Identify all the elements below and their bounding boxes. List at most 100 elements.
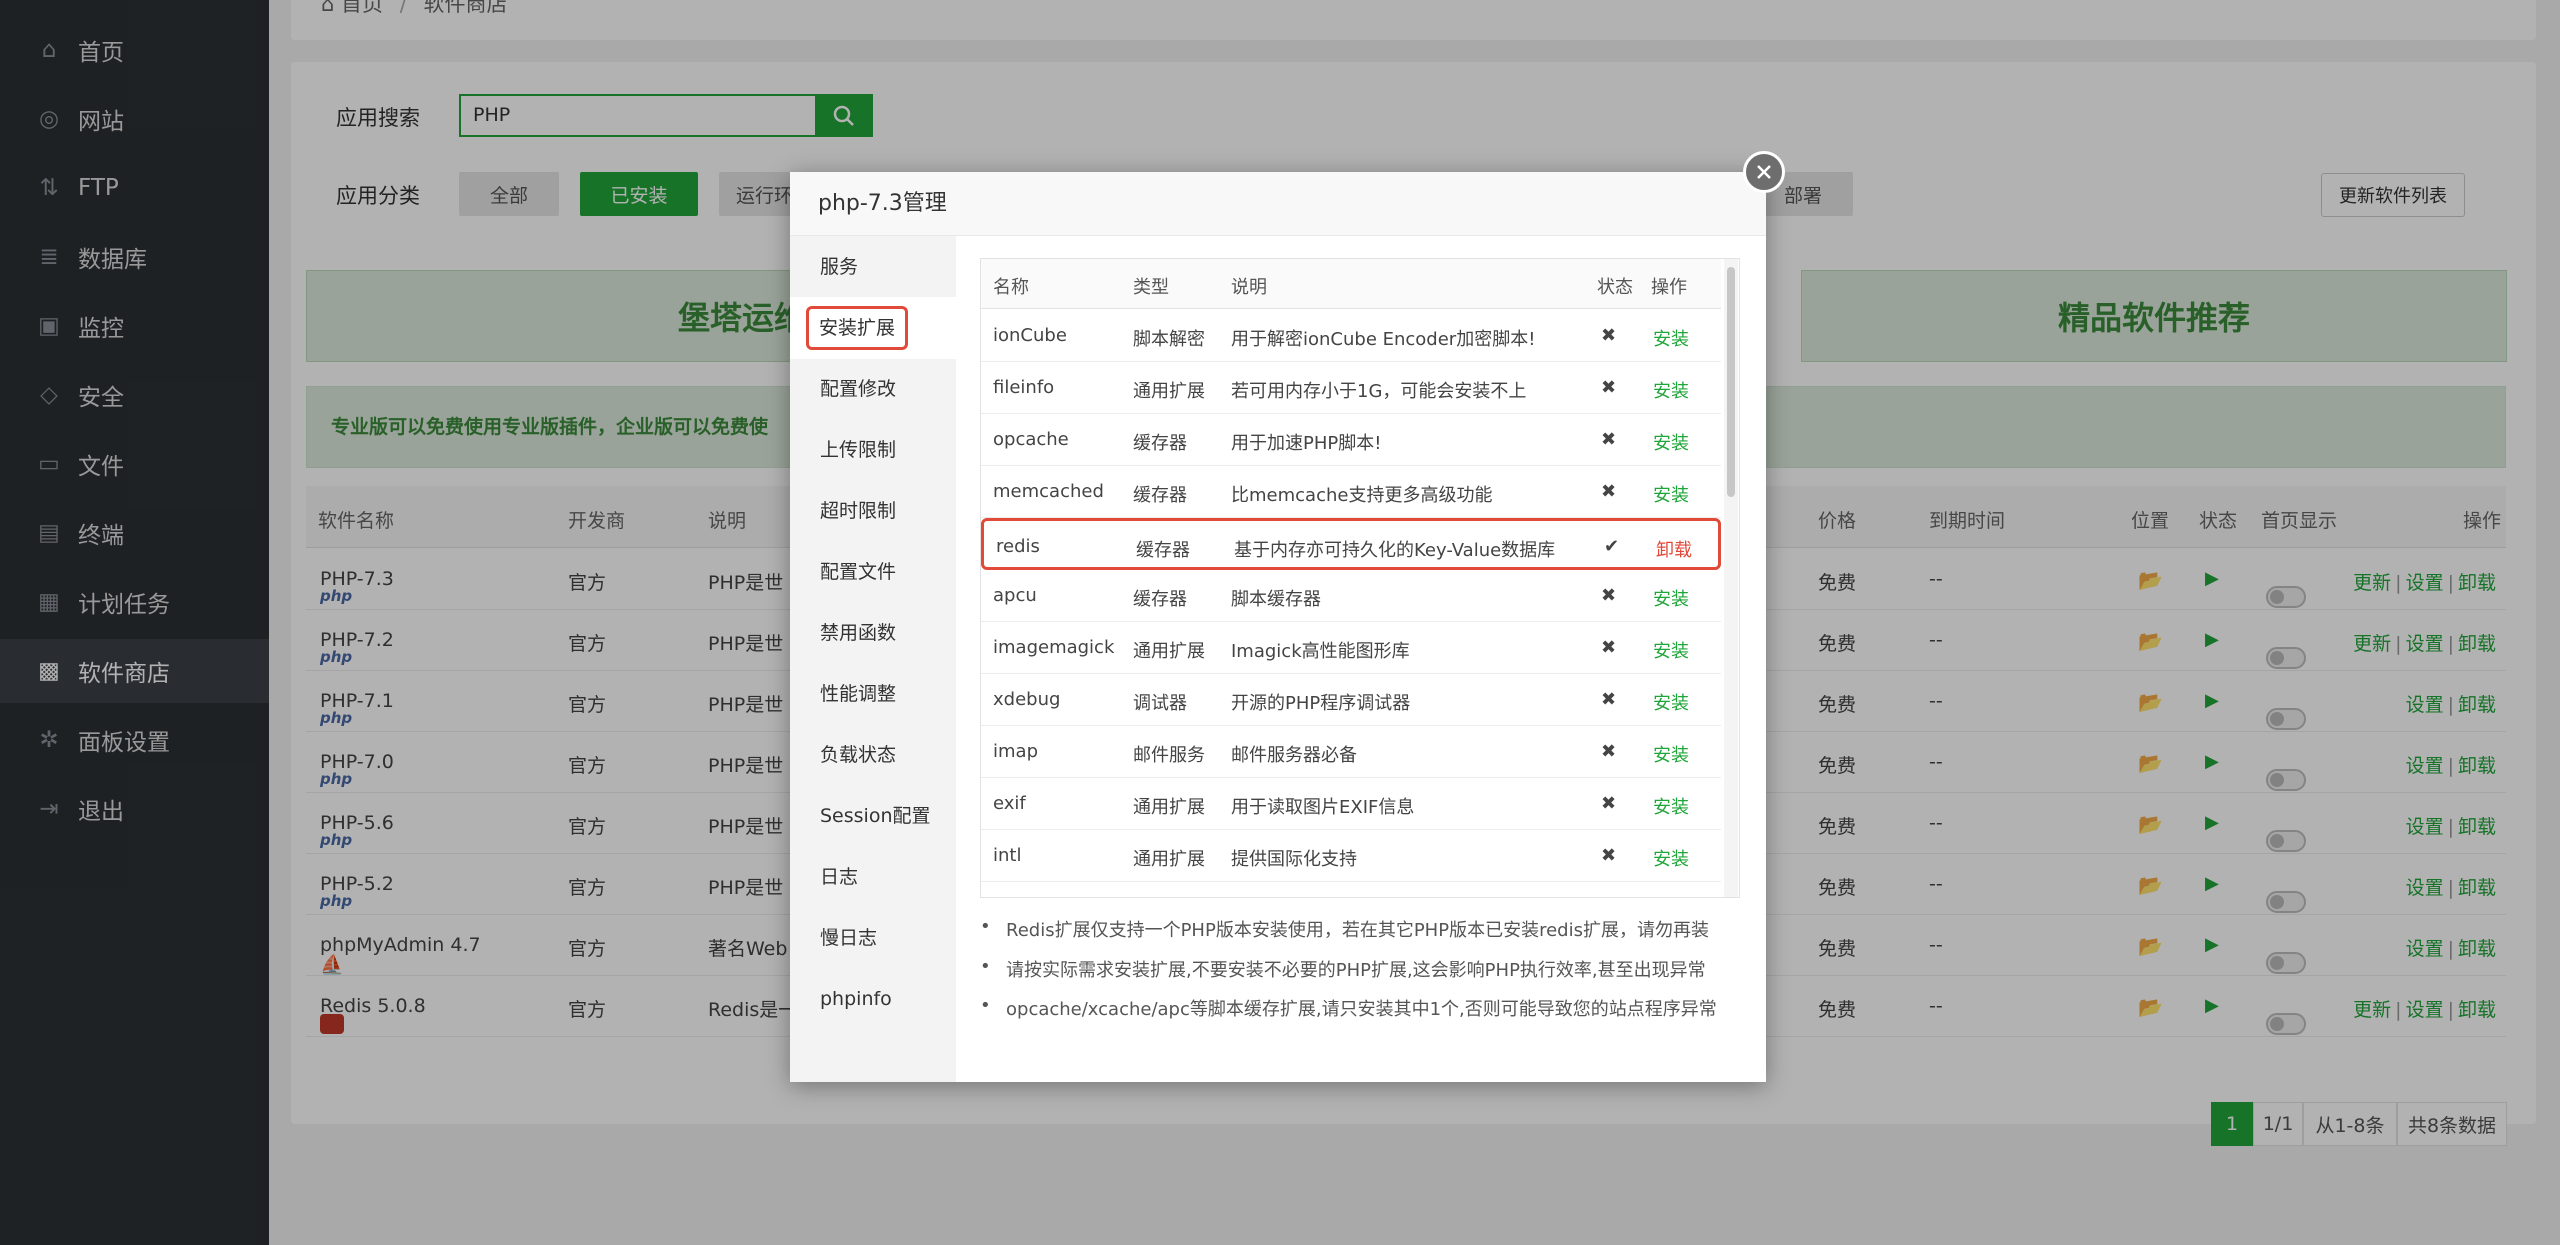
dialog-menu-label: 性能调整 (820, 683, 897, 705)
dialog-menu-label: 安装扩展 (806, 306, 909, 350)
ext-desc: 若可用内存小于1G，可能会安装不上 (1231, 381, 1527, 402)
extension-scrollbar[interactable] (1724, 259, 1738, 897)
ext-desc: 脚本缓存器 (1231, 589, 1321, 610)
ext-name: exif (993, 793, 1026, 814)
dialog-menu-label: 服务 (820, 256, 859, 278)
note-text: 请按实际需求安装扩展,不要安装不必要的PHP扩展,这会影响PHP执行效率,甚至出… (1006, 960, 1706, 981)
ext-desc: 用于加速PHP脚本! (1231, 433, 1382, 454)
extension-row[interactable]: imagemagick 通用扩展 Imagick高性能图形库 ✖ 安装 (981, 622, 1721, 674)
ext-op-link[interactable]: 安装 (1653, 741, 1689, 767)
dialog-menu-item[interactable]: 超时限制 (790, 480, 956, 542)
ext-col-status: 状态 (1597, 277, 1633, 298)
ext-name: imagemagick (993, 637, 1115, 658)
ext-type: 缓存器 (1133, 485, 1187, 506)
ext-type: 缓存器 (1133, 589, 1187, 610)
extension-row[interactable]: memcached 缓存器 比memcache支持更多高级功能 ✖ 安装 (981, 466, 1721, 518)
dialog-menu-label: 日志 (820, 866, 859, 888)
ext-status: ✖ (1601, 741, 1617, 762)
ext-desc: 邮件服务器必备 (1231, 745, 1357, 766)
ext-op-link[interactable]: 卸载 (1656, 536, 1692, 562)
extension-table: 名称 类型 说明 状态 操作 ionCube 脚本解密 用于解密ionCube En… (980, 258, 1740, 898)
dialog-menu-item[interactable]: 上传限制 (790, 419, 956, 481)
note-text: opcache/xcache/apc等脚本缓存扩展,请只安装其中1个,否则可能导… (1006, 999, 1717, 1020)
ext-name: ionCube (993, 325, 1067, 346)
ext-name: apcu (993, 585, 1037, 606)
dialog-close-button[interactable] (1743, 151, 1785, 193)
dialog-menu-label: Session配置 (820, 805, 931, 827)
ext-desc: Imagick高性能图形库 (1231, 641, 1410, 662)
ext-status: ✖ (1601, 377, 1617, 398)
ext-type: 缓存器 (1136, 540, 1190, 561)
ext-name: xdebug (993, 689, 1061, 710)
ext-type: 脚本解密 (1133, 329, 1205, 350)
ext-status: ✖ (1601, 845, 1617, 866)
dialog-menu-label: 禁用函数 (820, 622, 897, 644)
extension-table-header: 名称 类型 说明 状态 操作 (981, 259, 1721, 309)
extension-row[interactable]: xdebug 调试器 开源的PHP程序调试器 ✖ 安装 (981, 674, 1721, 726)
extension-row[interactable]: intl 通用扩展 提供国际化支持 ✖ 安装 (981, 830, 1721, 882)
scrollbar-thumb[interactable] (1727, 267, 1735, 497)
ext-type: 通用扩展 (1133, 641, 1205, 662)
ext-status: ✖ (1601, 689, 1617, 710)
dialog-menu-item[interactable]: 安装扩展 (790, 297, 956, 359)
ext-status: ✔ (1604, 536, 1620, 557)
ext-status: ✖ (1601, 793, 1617, 814)
dialog-menu-item[interactable]: Session配置 (790, 785, 956, 847)
ext-name: opcache (993, 429, 1069, 450)
ext-status: ✖ (1601, 325, 1617, 346)
ext-op-link[interactable]: 安装 (1653, 637, 1689, 663)
ext-op-link[interactable]: 安装 (1653, 793, 1689, 819)
ext-col-desc: 说明 (1231, 277, 1267, 298)
note-item: 请按实际需求安装扩展,不要安装不必要的PHP扩展,这会影响PHP执行效率,甚至出… (980, 956, 1750, 982)
ext-op-link[interactable]: 安装 (1653, 377, 1689, 403)
dialog-menu-item[interactable]: 配置文件 (790, 541, 956, 603)
php-manage-dialog: php-7.3管理 服务 安装扩展 配置修改 上传限制 超时限制 配置文件 禁用函数 性能调整… (790, 172, 1766, 1082)
ext-col-type: 类型 (1133, 277, 1169, 298)
extension-row[interactable]: imap 邮件服务 邮件服务器必备 ✖ 安装 (981, 726, 1721, 778)
dialog-menu-item[interactable]: 负载状态 (790, 724, 956, 786)
ext-op-link[interactable]: 安装 (1653, 325, 1689, 351)
ext-col-name: 名称 (993, 277, 1029, 298)
note-text: Redis扩展仅支持一个PHP版本安装使用，若在其它PHP版本已安装redis扩… (1006, 920, 1709, 941)
dialog-menu-item[interactable]: phpinfo (790, 968, 956, 1030)
ext-op-link[interactable]: 安装 (1653, 481, 1689, 507)
extension-row-partial (981, 882, 1721, 897)
ext-op-link[interactable]: 安装 (1653, 689, 1689, 715)
dialog-menu-label: 超时限制 (820, 500, 897, 522)
ext-status: ✖ (1601, 637, 1617, 658)
ext-name: redis (996, 536, 1040, 557)
dialog-menu-label: 配置文件 (820, 561, 897, 583)
dialog-menu-item[interactable]: 慢日志 (790, 907, 956, 969)
dialog-menu-item[interactable]: 服务 (790, 236, 956, 298)
ext-type: 邮件服务 (1133, 745, 1205, 766)
dialog-menu-item[interactable]: 禁用函数 (790, 602, 956, 664)
extension-row[interactable]: fileinfo 通用扩展 若可用内存小于1G，可能会安装不上 ✖ 安装 (981, 362, 1721, 414)
dialog-menu: 服务安装扩展配置修改上传限制超时限制配置文件禁用函数性能调整负载状态 Sessio… (790, 236, 956, 1082)
dialog-menu-item[interactable]: 配置修改 (790, 358, 956, 420)
ext-op-link[interactable]: 安装 (1653, 585, 1689, 611)
extension-row[interactable]: redis 缓存器 基于内存亦可持久化的Key-Value数据库 ✔ 卸载 (981, 518, 1721, 570)
dialog-menu-label: 慢日志 (820, 927, 878, 949)
extension-row[interactable]: apcu 缓存器 脚本缓存器 ✖ 安装 (981, 570, 1721, 622)
dialog-menu-item[interactable]: 性能调整 (790, 663, 956, 725)
ext-name: intl (993, 845, 1022, 866)
ext-type: 通用扩展 (1133, 797, 1205, 818)
ext-type: 调试器 (1133, 693, 1187, 714)
ext-status: ✖ (1601, 481, 1617, 502)
dialog-menu-label: 上传限制 (820, 439, 897, 461)
ext-name: imap (993, 741, 1038, 762)
ext-op-link[interactable]: 安装 (1653, 429, 1689, 455)
extension-row[interactable]: opcache 缓存器 用于加速PHP脚本! ✖ 安装 (981, 414, 1721, 466)
extension-row[interactable]: exif 通用扩展 用于读取图片EXIF信息 ✖ 安装 (981, 778, 1721, 830)
ext-status: ✖ (1601, 429, 1617, 450)
ext-op-link[interactable]: 安装 (1653, 845, 1689, 871)
ext-status: ✖ (1601, 585, 1617, 606)
dialog-menu-label: phpinfo (820, 988, 892, 1010)
dialog-menu-item[interactable]: 日志 (790, 846, 956, 908)
note-item: opcache/xcache/apc等脚本缓存扩展,请只安装其中1个,否则可能导… (980, 995, 1750, 1021)
ext-desc: 基于内存亦可持久化的Key-Value数据库 (1234, 540, 1556, 561)
ext-type: 通用扩展 (1133, 381, 1205, 402)
ext-type: 缓存器 (1133, 433, 1187, 454)
ext-name: memcached (993, 481, 1104, 502)
extension-row[interactable]: ionCube 脚本解密 用于解密ionCube Encoder加密脚本! ✖ 安装 (981, 310, 1721, 362)
